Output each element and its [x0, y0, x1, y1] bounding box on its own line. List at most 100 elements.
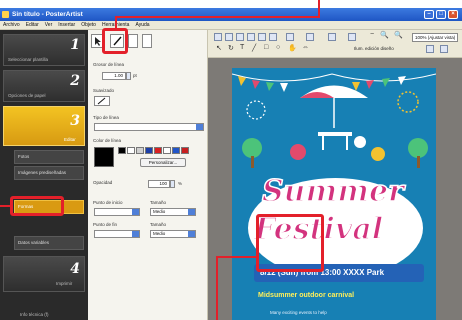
line-width-unit: pt [133, 73, 137, 78]
maximize-button[interactable]: □ [436, 10, 446, 19]
callout-line [216, 256, 256, 258]
canvas-area[interactable]: Summer Festival 8/12 (Sun) from 13:00 XX… [208, 58, 462, 320]
callout-line [115, 16, 130, 18]
app-icon [2, 11, 9, 18]
tech-info-link[interactable]: Info técnica (f) [20, 312, 49, 317]
text-icon[interactable]: T [240, 44, 244, 51]
highlight-line-tool [102, 28, 128, 54]
color-swatch[interactable] [118, 147, 126, 154]
grid-dropdown-icon[interactable] [348, 33, 356, 41]
current-color-swatch[interactable] [94, 147, 114, 167]
substep-fotos[interactable]: Fotos [14, 150, 84, 164]
color-swatch[interactable] [136, 147, 144, 154]
minimize-button[interactable]: – [424, 10, 434, 19]
opacity-unit: % [178, 181, 183, 186]
step-number: 4 [70, 261, 80, 277]
smoothing-label: Suavizado [93, 88, 115, 93]
callout-line [128, 16, 320, 18]
callout-line [216, 256, 218, 320]
customize-color-button[interactable]: Personalizar... [140, 158, 186, 167]
substep-label: Fotos [18, 154, 30, 159]
redo-icon[interactable] [306, 33, 314, 41]
line-width-spinner[interactable] [126, 72, 131, 80]
link-icon[interactable]: ⇔ [302, 44, 309, 51]
properties-panel: Grosor de línea 1.00 pt Suavizado Tipo d… [88, 30, 208, 320]
undo-icon[interactable] [286, 33, 294, 41]
app-window: Sin título - PosterArtist – □ × Archivo … [0, 8, 462, 320]
rectangle-icon[interactable]: □ [264, 44, 268, 51]
line-type-dropdown[interactable] [94, 123, 204, 131]
callout-line [0, 205, 12, 207]
steps-panel: 1 Seleccionar plantilla 2 Opciones de pa… [0, 30, 88, 320]
step-label: Seleccionar plantilla [8, 57, 49, 62]
zoom-dropdown[interactable]: 100% (Ajustar vista) [412, 33, 458, 42]
menu-ver[interactable]: Ver [45, 21, 53, 29]
opacity-spinner[interactable] [170, 180, 175, 188]
step-4[interactable]: 4 Imprimir [3, 256, 85, 292]
step-2[interactable]: 2 Opciones de papel [3, 70, 85, 102]
substep-label: Datos variables [18, 240, 50, 245]
callout-line [115, 16, 117, 29]
poster-body-text[interactable]: Many exciting events to help [270, 310, 327, 315]
end-point-dropdown[interactable] [94, 230, 140, 238]
copy-icon[interactable] [258, 33, 266, 41]
line-width-field[interactable]: 1.00 [102, 72, 126, 80]
layers-icon[interactable] [440, 45, 448, 53]
tool-button[interactable] [128, 34, 138, 48]
cut-icon[interactable] [247, 33, 255, 41]
layout-dropdown-icon[interactable] [328, 33, 336, 41]
ellipse-icon[interactable]: ○ [276, 44, 280, 51]
substep-label: Imágenes prediseñadas [18, 170, 67, 175]
layout-icon[interactable] [236, 33, 244, 41]
color-swatch[interactable] [127, 147, 135, 154]
select-arrow-icon[interactable]: ↖ [216, 44, 222, 52]
menu-archivo[interactable]: Archivo [3, 21, 20, 29]
tool-button[interactable] [142, 34, 152, 48]
start-size-dropdown[interactable]: Medio [150, 208, 196, 216]
substep-imagenes[interactable]: Imágenes prediseñadas [14, 166, 84, 180]
color-swatch[interactable] [172, 147, 180, 154]
opacity-field[interactable]: 100 [148, 180, 170, 188]
substep-datos-variables[interactable]: Datos variables [14, 236, 84, 250]
poster-page[interactable]: Summer Festival 8/12 (Sun) from 13:00 XX… [232, 68, 436, 320]
start-point-label: Punto de inicio [93, 200, 123, 205]
step-label: Opciones de papel [8, 93, 46, 98]
step-label: Editar [64, 137, 76, 142]
rotate-icon[interactable]: ↻ [228, 44, 234, 52]
close-button[interactable]: × [448, 10, 458, 19]
print-icon[interactable] [225, 33, 233, 41]
hand-icon[interactable]: ✋ [288, 44, 297, 52]
line-icon [97, 97, 106, 105]
smoothing-button[interactable] [94, 96, 110, 106]
paste-icon[interactable] [269, 33, 277, 41]
step-3[interactable]: 3 Editar [3, 106, 85, 146]
color-swatch[interactable] [181, 147, 189, 154]
zoom-icon[interactable]: 🔍 [394, 31, 403, 39]
menu-objeto[interactable]: Objeto [81, 21, 96, 29]
highlight-drawn-line [256, 214, 324, 272]
color-swatch[interactable] [163, 147, 171, 154]
line-tool-icon[interactable]: ╱ [252, 44, 256, 52]
color-palette [118, 147, 203, 155]
color-swatch[interactable] [154, 147, 162, 154]
step-number: 2 [70, 73, 80, 89]
zoom-in-icon[interactable]: 🔍 [380, 31, 389, 39]
line-type-label: Tipo de línea [93, 115, 119, 120]
color-swatch[interactable] [145, 147, 153, 154]
menu-ayuda[interactable]: Ayuda [135, 21, 149, 29]
menu-insertar[interactable]: Insertar [58, 21, 75, 29]
start-point-dropdown[interactable] [94, 208, 140, 216]
window-title: Sin título - PosterArtist [12, 11, 83, 18]
zoom-out-icon[interactable]: − [370, 31, 374, 38]
menu-editar[interactable]: Editar [26, 21, 39, 29]
opacity-label: Opacidad [93, 180, 113, 185]
save-icon[interactable] [214, 33, 222, 41]
poster-subtitle[interactable]: Midsummer outdoor carnival [258, 292, 354, 299]
end-size-label: Tamaño [150, 222, 167, 227]
view-icon[interactable] [426, 45, 434, 53]
end-size-dropdown[interactable]: Medio [150, 230, 196, 238]
step-1[interactable]: 1 Seleccionar plantilla [3, 34, 85, 66]
menu-bar: Archivo Editar Ver Insertar Objeto Herra… [0, 21, 462, 30]
poster-title-line1[interactable]: Summer [261, 173, 404, 210]
design-mode-label[interactable]: Ilum. edición diseño [354, 46, 394, 51]
